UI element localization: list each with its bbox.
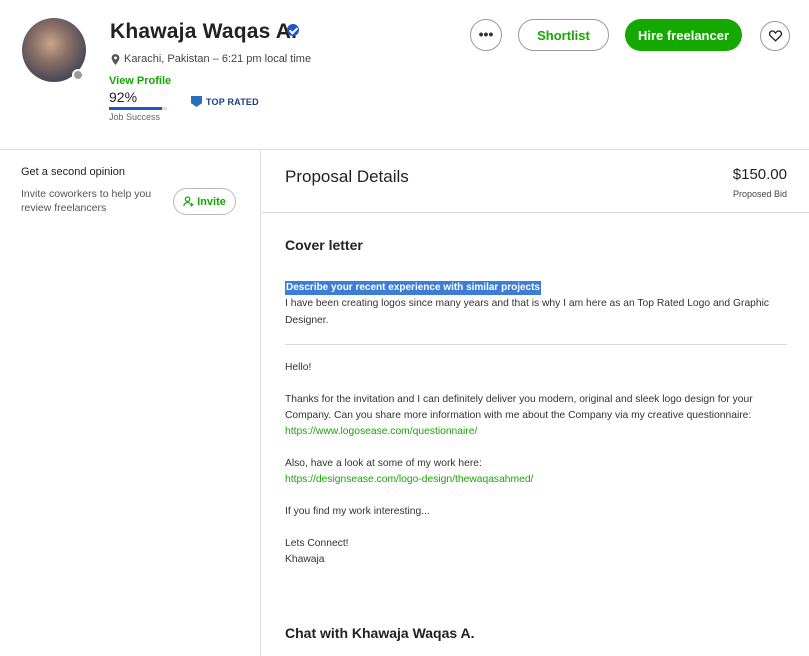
letter-paragraph: Also, have a look at some of my work her…: [285, 458, 482, 469]
cover-letter-title: Cover letter: [285, 237, 363, 253]
letter-paragraph: Thanks for the invitation and I can defi…: [285, 394, 753, 421]
questionnaire-link[interactable]: https://www.logosease.com/questionnaire/: [285, 424, 795, 440]
more-options-button[interactable]: •••: [470, 19, 502, 51]
invite-label: Invite: [197, 195, 226, 208]
cover-letter-body: Hello! Thanks for the invitation and I c…: [285, 360, 795, 568]
bid-label: Proposed Bid: [732, 189, 787, 199]
portfolio-link[interactable]: https://designsease.com/logo-design/thew…: [285, 472, 795, 488]
job-success-bar: [109, 107, 167, 110]
chat-title: Chat with Khawaja Waqas A.: [285, 625, 475, 641]
location: Karachi, Pakistan – 6:21 pm local time: [111, 53, 311, 65]
divider: [285, 344, 787, 345]
view-profile-link[interactable]: View Profile: [109, 75, 171, 87]
letter-signature: Khawaja: [285, 554, 325, 565]
proposal-header: Proposal Details $150.00 Proposed Bid: [262, 151, 809, 213]
letter-closing: Lets Connect!: [285, 538, 349, 549]
add-user-icon: [183, 196, 194, 207]
second-opinion-panel: Get a second opinion Invite coworkers to…: [0, 151, 261, 656]
verified-icon: [287, 24, 299, 36]
hire-freelancer-button[interactable]: Hire freelancer: [625, 19, 742, 51]
invite-button[interactable]: Invite: [173, 188, 236, 215]
top-rated-label: TOP RATED: [206, 96, 259, 107]
top-rated-icon: [191, 96, 202, 107]
second-opinion-title: Get a second opinion: [21, 166, 125, 178]
heart-icon: [768, 30, 782, 42]
proposal-title: Proposal Details: [285, 167, 409, 186]
status-dot: [72, 69, 84, 81]
letter-greeting: Hello!: [285, 362, 312, 373]
location-text: Karachi, Pakistan – 6:21 pm local time: [124, 53, 312, 65]
top-rated-badge: TOP RATED: [191, 96, 259, 107]
save-freelancer-button[interactable]: [760, 21, 790, 51]
letter-paragraph: If you find my work interesting...: [285, 506, 430, 517]
location-pin-icon: [111, 53, 120, 65]
bid-amount: $150.00: [732, 166, 787, 183]
second-opinion-description: Invite coworkers to help you review free…: [21, 188, 152, 214]
job-success-label: Job Success: [109, 112, 161, 122]
job-success-fill: [109, 107, 163, 110]
shortlist-button[interactable]: Shortlist: [518, 19, 609, 51]
screening-answer: I have been creating logos since many ye…: [285, 298, 770, 326]
screening-question: Describe your recent experience with sim…: [285, 281, 541, 295]
profile-header: Khawaja Waqas A. Karachi, Pakistan – 6:2…: [0, 0, 809, 150]
freelancer-name: Khawaja Waqas A.: [110, 20, 298, 43]
job-success-percent: 92%: [109, 89, 138, 105]
proposal-panel: Proposal Details $150.00 Proposed Bid Co…: [262, 151, 809, 656]
